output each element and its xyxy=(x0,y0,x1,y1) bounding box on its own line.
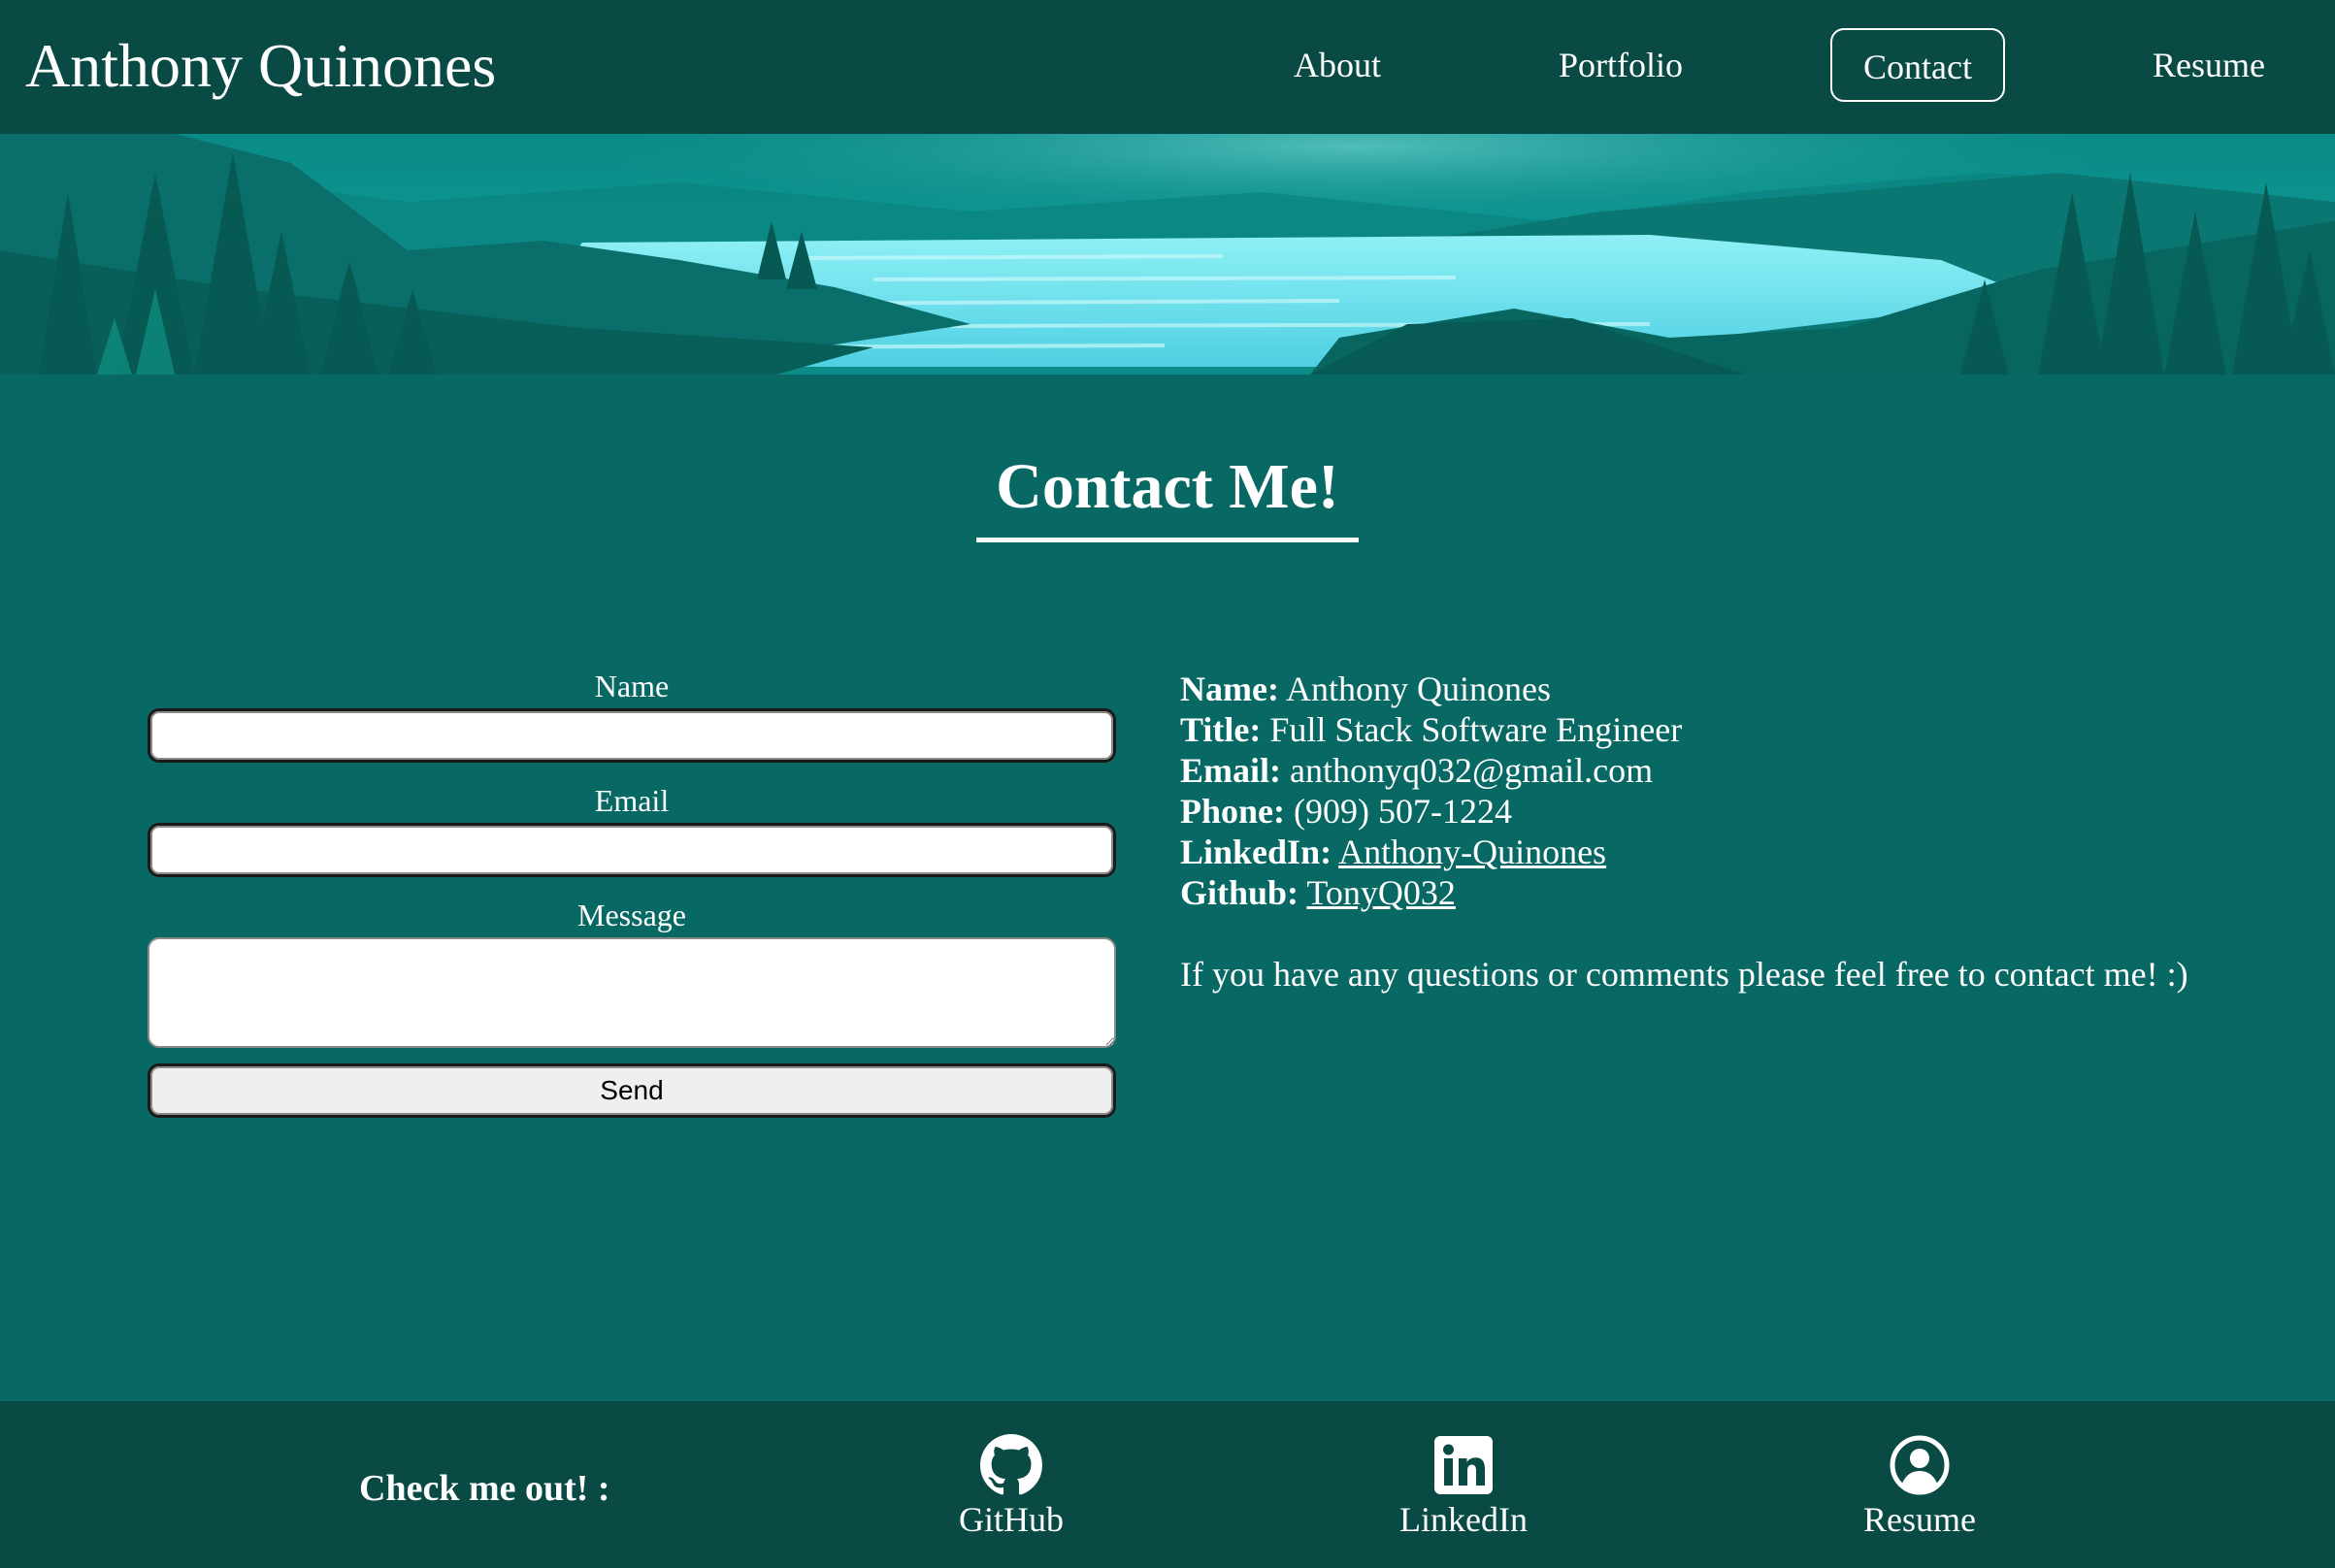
landscape-banner xyxy=(0,134,2335,375)
site-footer: Check me out! : GitHub LinkedIn Resume xyxy=(0,1401,2335,1568)
send-button[interactable]: Send xyxy=(148,1063,1116,1118)
info-linkedin: LinkedIn: Anthony-Quinones xyxy=(1180,832,2267,872)
message-label: Message xyxy=(577,898,686,932)
page-title: Contact Me! xyxy=(976,446,1359,542)
footer-linkedin-link[interactable]: LinkedIn xyxy=(1366,1434,1561,1541)
nav-contact[interactable]: Contact xyxy=(1830,28,2005,102)
contact-note: If you have any questions or comments pl… xyxy=(1180,955,2188,994)
info-phone-key: Phone: xyxy=(1180,792,1285,831)
contact-info: Name: Anthony Quinones Title: Full Stack… xyxy=(1180,669,2267,995)
footer-github-link[interactable]: GitHub xyxy=(914,1434,1108,1541)
info-email: Email: anthonyq032@gmail.com xyxy=(1180,750,2267,791)
nav-resume[interactable]: Resume xyxy=(2133,28,2285,102)
info-name-value: Anthony Quinones xyxy=(1285,670,1551,708)
name-label: Name xyxy=(594,669,670,703)
info-email-value: anthonyq032@gmail.com xyxy=(1290,751,1654,790)
email-label: Email xyxy=(594,783,670,818)
linkedin-link[interactable]: Anthony-Quinones xyxy=(1338,833,1606,871)
info-title: Title: Full Stack Software Engineer xyxy=(1180,709,2267,750)
footer-resume-link[interactable]: Resume xyxy=(1823,1434,2017,1541)
github-link[interactable]: TonyQ032 xyxy=(1306,873,1455,912)
github-icon xyxy=(980,1434,1042,1495)
site-header: Anthony Quinones About Portfolio Contact… xyxy=(0,0,2335,134)
info-phone-value: (909) 507-1224 xyxy=(1294,792,1512,831)
footer-title: Check me out! : xyxy=(359,1468,610,1509)
message-field[interactable] xyxy=(148,937,1116,1048)
info-github-key: Github: xyxy=(1180,873,1299,912)
info-title-value: Full Stack Software Engineer xyxy=(1269,710,1683,749)
footer-linkedin-label: LinkedIn xyxy=(1399,1500,1528,1539)
contact-form: Name Email Message Send xyxy=(148,666,1116,1118)
info-title-key: Title: xyxy=(1180,710,1262,749)
name-field[interactable] xyxy=(148,708,1116,763)
user-circle-icon xyxy=(1890,1435,1950,1495)
landscape-illustration xyxy=(0,134,2335,375)
info-name-key: Name: xyxy=(1180,670,1279,708)
footer-github-label: GitHub xyxy=(959,1500,1064,1539)
nav-about[interactable]: About xyxy=(1262,28,1413,102)
email-field[interactable] xyxy=(148,823,1116,877)
info-name: Name: Anthony Quinones xyxy=(1180,669,2267,709)
info-linkedin-key: LinkedIn: xyxy=(1180,833,1332,871)
info-email-key: Email: xyxy=(1180,751,1281,790)
info-phone: Phone: (909) 507-1224 xyxy=(1180,791,2267,832)
heading-container: Contact Me! xyxy=(0,446,2335,542)
linkedin-icon xyxy=(1434,1436,1493,1494)
nav-portfolio[interactable]: Portfolio xyxy=(1535,28,1706,102)
footer-resume-label: Resume xyxy=(1863,1500,1976,1539)
site-brand[interactable]: Anthony Quinones xyxy=(25,25,496,107)
info-github: Github: TonyQ032 xyxy=(1180,872,2267,913)
